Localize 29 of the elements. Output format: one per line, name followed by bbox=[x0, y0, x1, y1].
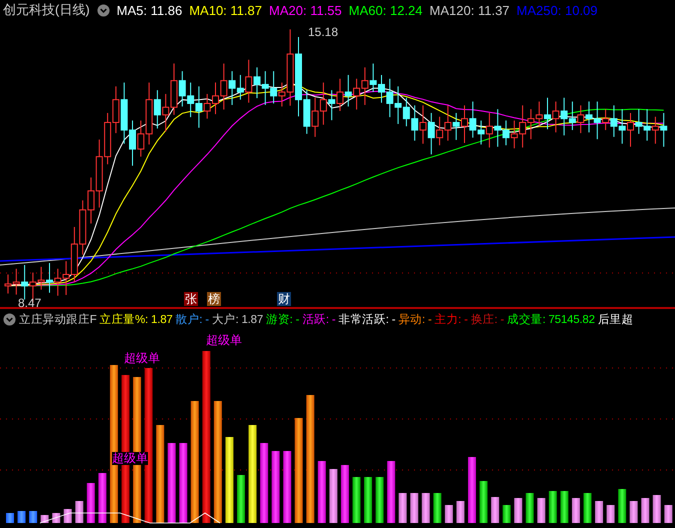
indicator-value: 散户: - bbox=[176, 312, 209, 327]
event-marker[interactable]: 财 bbox=[277, 292, 291, 306]
indicator-value: 活跃: - bbox=[302, 312, 336, 327]
indicator-value: 异动: - bbox=[398, 312, 432, 327]
chart-title: 创元科技(日线) bbox=[3, 1, 90, 19]
moving-average-value: MA20: 11.55 bbox=[269, 2, 342, 18]
indicator-name: 立庄异动跟庄F bbox=[19, 312, 97, 327]
chevron-down-icon[interactable] bbox=[3, 313, 16, 326]
indicator-value: 主力: - bbox=[434, 312, 468, 327]
indicator-value: 换庄: - bbox=[470, 312, 504, 327]
high-price-label: 15.18 bbox=[308, 26, 338, 39]
indicator-value: 后里超 bbox=[598, 312, 634, 327]
moving-average-value: MA10: 11.87 bbox=[189, 2, 262, 18]
signal-label: 超级单 bbox=[206, 334, 242, 347]
moving-average-value: MA120: 11.37 bbox=[430, 2, 510, 18]
moving-average-value: MA250: 10.09 bbox=[516, 2, 598, 18]
low-price-label: 8.47 bbox=[18, 297, 42, 310]
event-marker[interactable]: 张 bbox=[184, 292, 198, 306]
indicator-value: 游资: - bbox=[266, 312, 300, 327]
indicator-value: 成交量: 75145.82 bbox=[507, 312, 595, 327]
indicator-value: 非常活跃: - bbox=[338, 312, 396, 327]
event-marker[interactable]: 榜 bbox=[207, 292, 221, 306]
chevron-down-icon[interactable] bbox=[96, 4, 110, 16]
indicator-value: 大户: 1.87 bbox=[212, 312, 264, 327]
signal-label: 超级单 bbox=[124, 352, 160, 365]
signal-label: 超级单 bbox=[112, 452, 148, 465]
moving-average-value: MA60: 12.24 bbox=[348, 2, 423, 18]
moving-average-value: MA5: 11.86 bbox=[116, 2, 182, 18]
indicator-value: 立庄量%: 1.87 bbox=[100, 312, 173, 327]
